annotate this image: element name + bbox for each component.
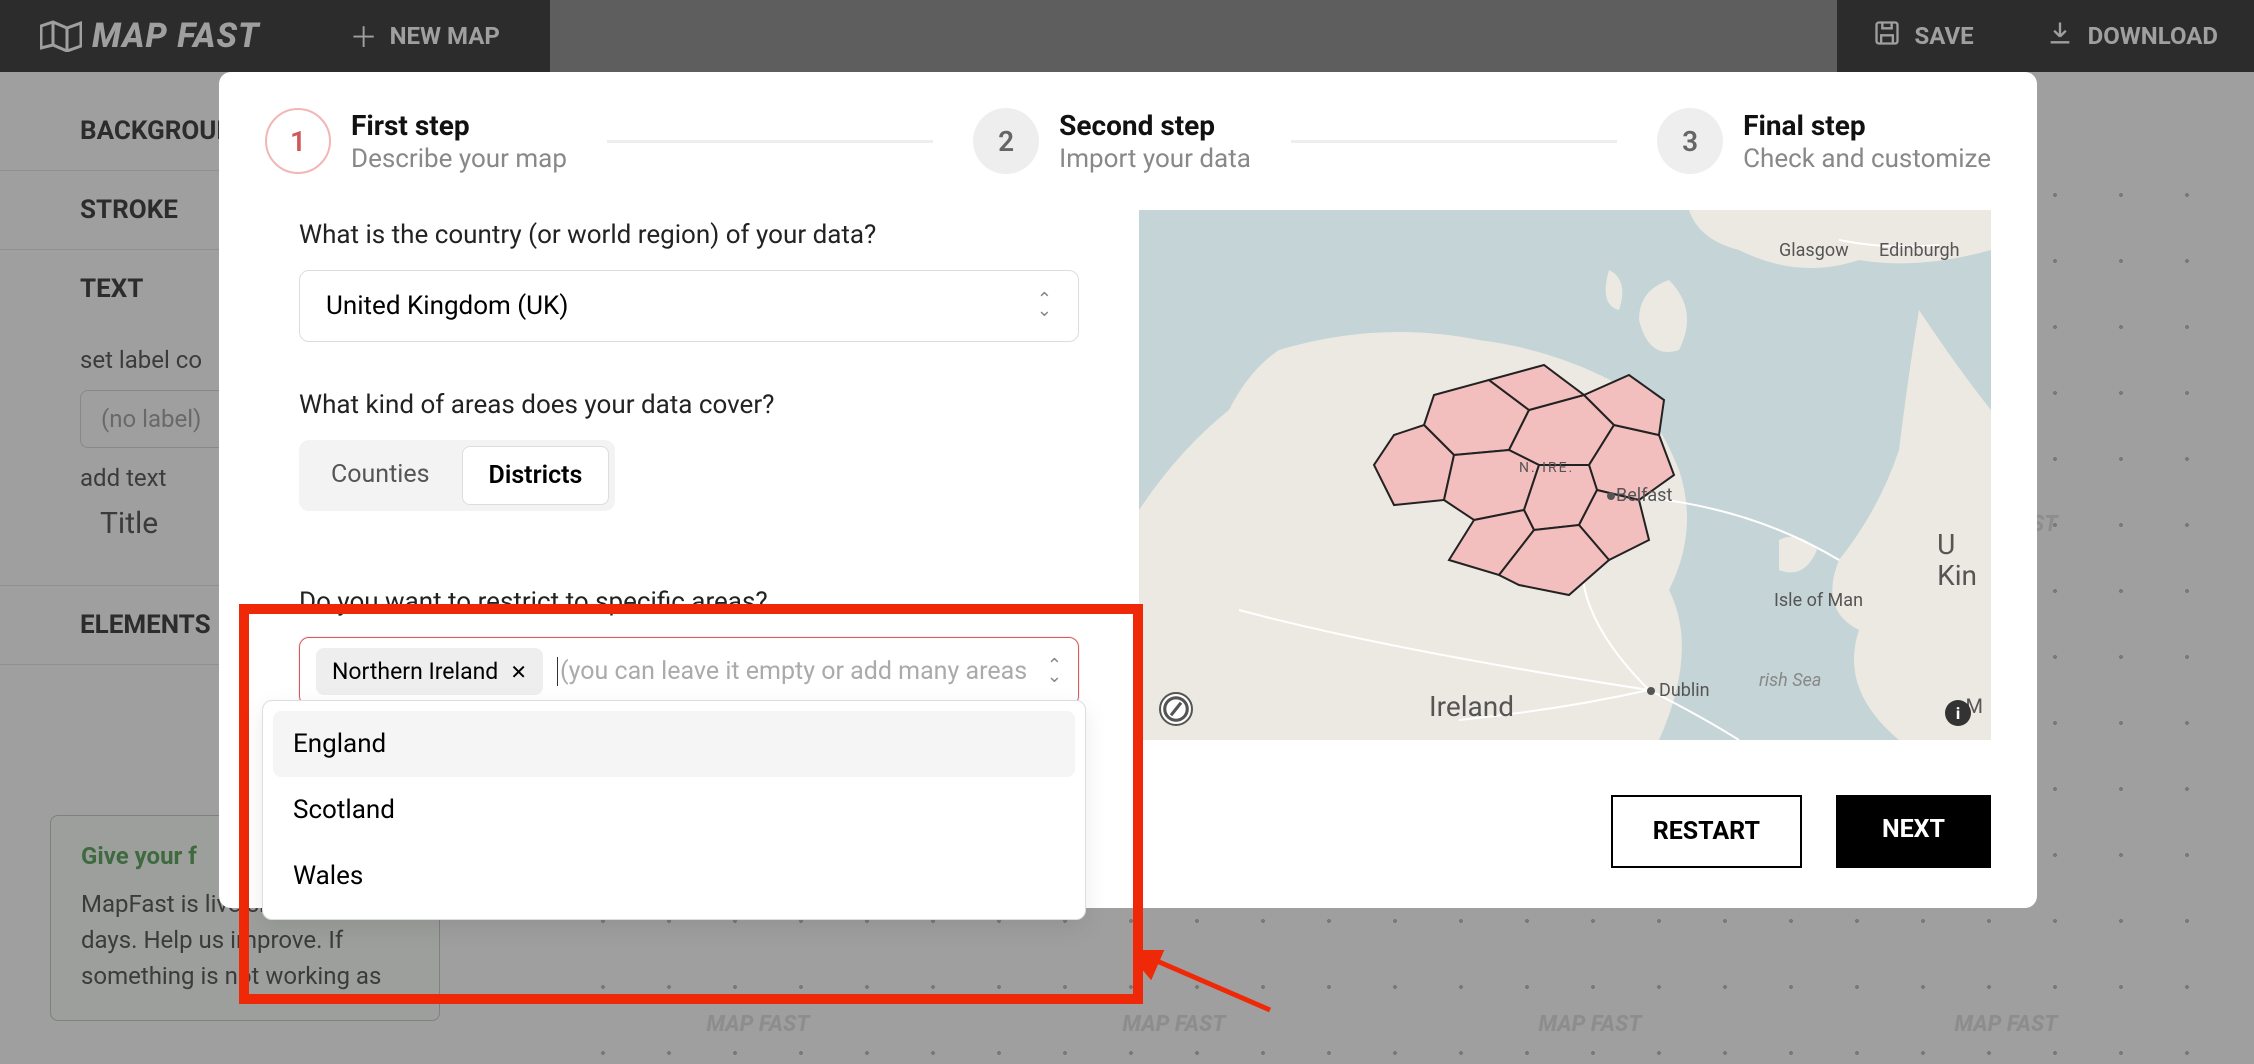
map-attribution-icon[interactable] bbox=[1159, 692, 1193, 726]
belfast-marker bbox=[1607, 492, 1615, 500]
map-preview-panel: Glasgow Edinburgh N. IRE. Belfast Isle o… bbox=[1139, 210, 1991, 740]
step-3-badge: 3 bbox=[1657, 108, 1723, 174]
dublin-marker bbox=[1647, 687, 1655, 695]
chip-northern-ireland: Northern Ireland ✕ bbox=[316, 648, 543, 695]
map-label-irishsea: rish Sea bbox=[1759, 670, 1821, 691]
chip-remove-icon[interactable]: ✕ bbox=[510, 660, 527, 684]
restart-button[interactable]: RESTART bbox=[1611, 795, 1802, 868]
restrict-multiselect[interactable]: Northern Ireland ✕ (you can leave it emp… bbox=[299, 637, 1079, 706]
step-3-title: Final step bbox=[1743, 109, 1991, 142]
map-label-nire: N. IRE. bbox=[1519, 460, 1574, 476]
step-line-1 bbox=[607, 140, 933, 143]
multiselect-placeholder: (you can leave it empty or add many area… bbox=[557, 657, 1033, 686]
map-preview[interactable]: Glasgow Edinburgh N. IRE. Belfast Isle o… bbox=[1139, 210, 1991, 740]
step-1[interactable]: 1 First step Describe your map bbox=[265, 108, 567, 174]
area-dropdown: England Scotland Wales bbox=[262, 700, 1086, 920]
question-areas: What kind of areas does your data cover? bbox=[299, 390, 1079, 420]
chevron-updown-icon: ⌃⌄ bbox=[1047, 661, 1062, 683]
step-2[interactable]: 2 Second step Import your data bbox=[973, 108, 1251, 174]
next-button[interactable]: NEXT bbox=[1836, 795, 1991, 868]
question-country: What is the country (or world region) of… bbox=[299, 220, 1079, 250]
step-3-sub: Check and customize bbox=[1743, 144, 1991, 174]
question-restrict: Do you want to restrict to specific area… bbox=[299, 587, 1079, 617]
dropdown-item-wales[interactable]: Wales bbox=[273, 843, 1075, 909]
country-value: United Kingdom (UK) bbox=[326, 291, 568, 321]
step-1-badge: 1 bbox=[265, 108, 331, 174]
stepper: 1 First step Describe your map 2 Second … bbox=[265, 108, 1991, 174]
restrict-section: Do you want to restrict to specific area… bbox=[299, 559, 1079, 706]
map-label-edinburgh: Edinburgh bbox=[1879, 240, 1960, 261]
modal-body: What is the country (or world region) of… bbox=[265, 210, 1991, 740]
step-2-badge: 2 bbox=[973, 108, 1039, 174]
area-type-toggle: Counties Districts bbox=[299, 440, 615, 511]
map-label-glasgow: Glasgow bbox=[1779, 240, 1849, 261]
step-1-sub: Describe your map bbox=[351, 144, 567, 174]
toggle-districts[interactable]: Districts bbox=[462, 446, 610, 505]
map-label-ireland: Ireland bbox=[1429, 690, 1514, 723]
map-info-icon[interactable]: i bbox=[1945, 700, 1971, 726]
modal-footer: RESTART NEXT bbox=[1611, 795, 1991, 868]
dropdown-item-england[interactable]: England bbox=[273, 711, 1075, 777]
chevron-updown-icon: ⌃⌄ bbox=[1037, 295, 1052, 317]
map-label-belfast: Belfast bbox=[1616, 485, 1672, 506]
map-label-dublin: Dublin bbox=[1659, 680, 1710, 701]
dropdown-item-scotland[interactable]: Scotland bbox=[273, 777, 1075, 843]
step-2-title: Second step bbox=[1059, 109, 1251, 142]
step-line-2 bbox=[1291, 140, 1617, 143]
toggle-counties[interactable]: Counties bbox=[305, 446, 456, 505]
chip-label: Northern Ireland bbox=[332, 658, 498, 685]
step-2-sub: Import your data bbox=[1059, 144, 1251, 174]
country-select[interactable]: United Kingdom (UK) ⌃⌄ bbox=[299, 270, 1079, 342]
step-3[interactable]: 3 Final step Check and customize bbox=[1657, 108, 1991, 174]
map-label-uk: UKin bbox=[1937, 530, 1977, 592]
map-label-iom: Isle of Man bbox=[1774, 590, 1863, 611]
form-left: What is the country (or world region) of… bbox=[265, 210, 1079, 740]
step-1-title: First step bbox=[351, 109, 567, 142]
